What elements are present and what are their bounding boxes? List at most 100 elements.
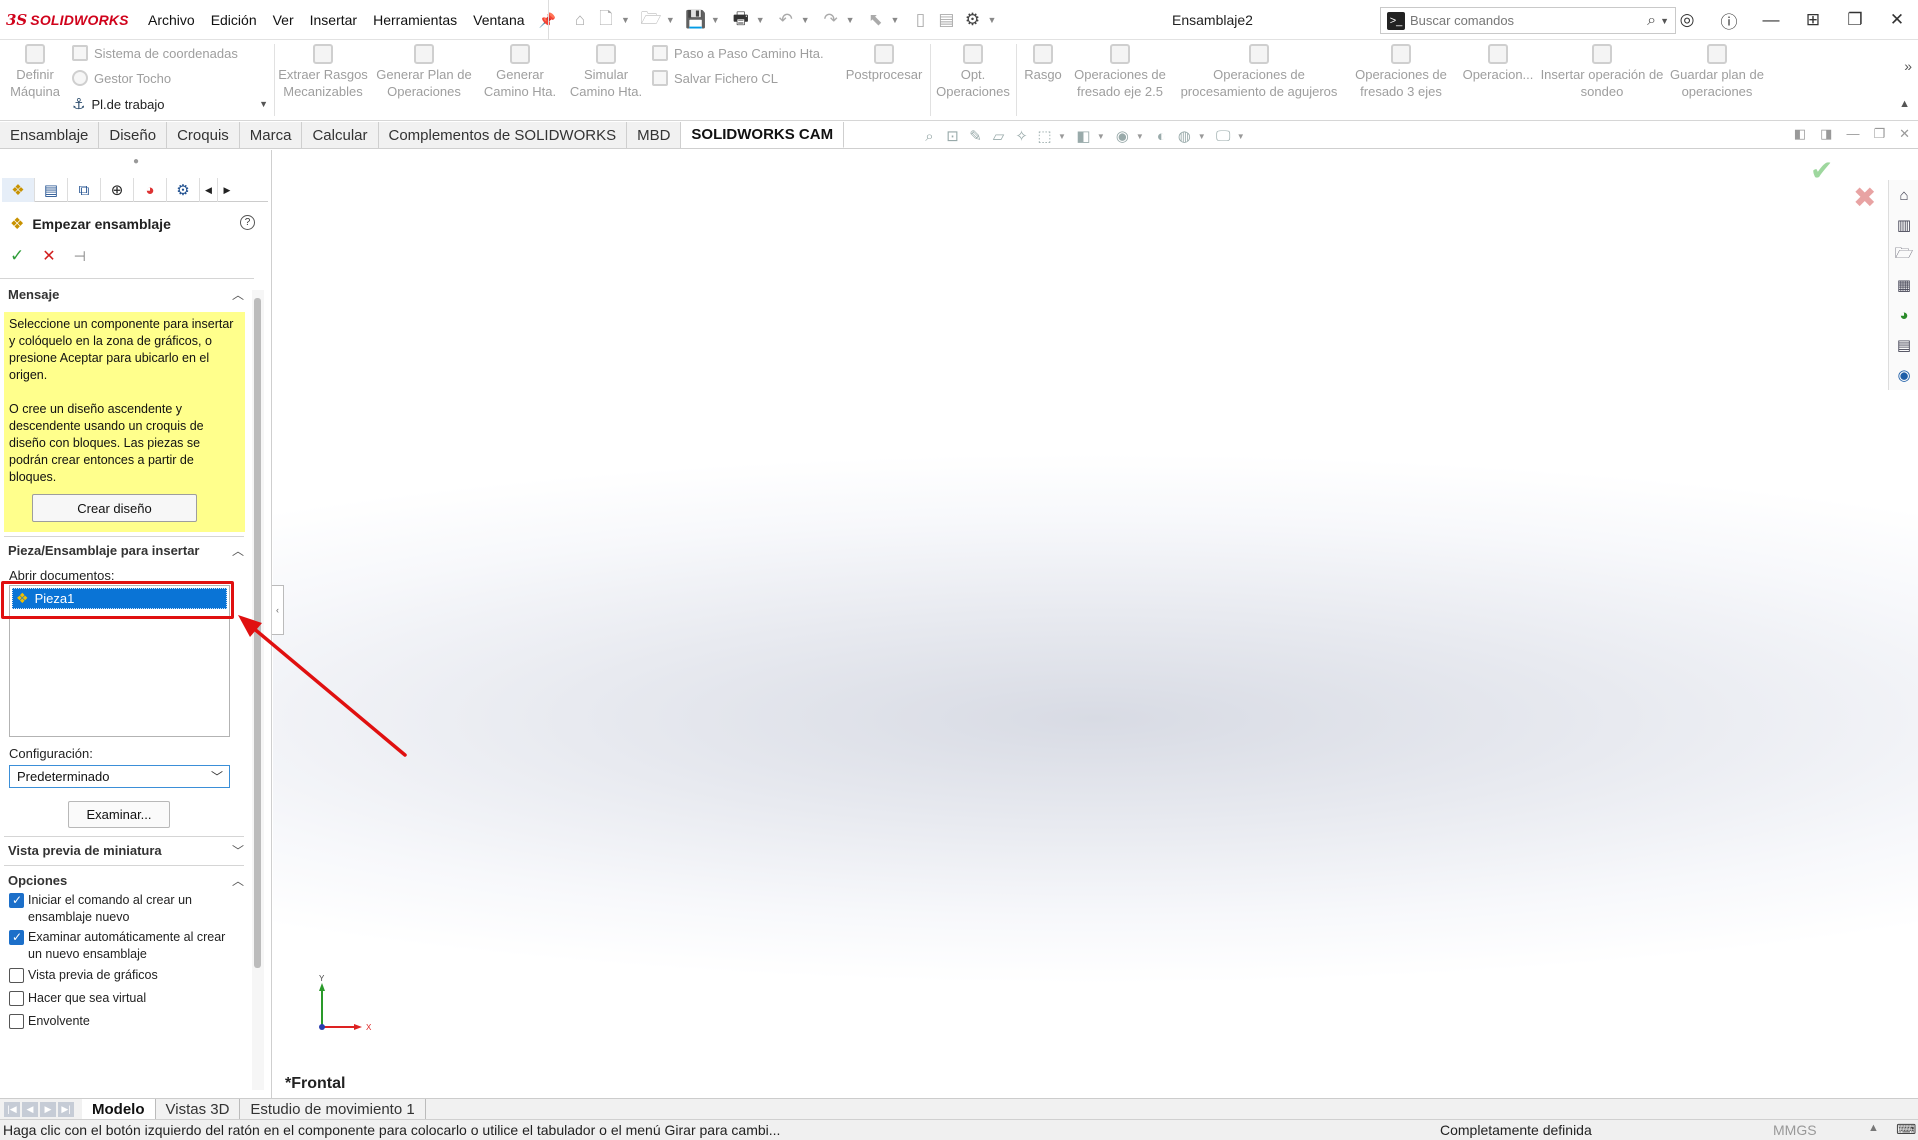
chevron-down-icon[interactable]: ▼ (1058, 132, 1066, 141)
chevron-up-icon[interactable]: ︿ (232, 872, 244, 889)
open-document-icon[interactable]: 🗁 (640, 9, 662, 31)
restore-button[interactable]: ❐ (1834, 10, 1876, 30)
tab-marca[interactable]: Marca (239, 122, 303, 148)
tab-mbd[interactable]: MBD (627, 122, 682, 148)
tile-windows-button[interactable]: ⊞ (1792, 10, 1834, 30)
previous-view-icon[interactable]: ✎ (966, 127, 985, 145)
graphics-area[interactable] (273, 150, 1918, 1098)
option-virtual[interactable]: Hacer que sea virtual (9, 990, 237, 1007)
quick-tips-icon[interactable]: ⌨ (1896, 1121, 1916, 1138)
display-manager-tab-icon[interactable]: ◕ (134, 178, 167, 202)
option-envolvente[interactable]: Envolvente (9, 1013, 237, 1030)
undo-icon[interactable]: ↶ (775, 9, 797, 31)
tab-vistas-3d[interactable]: Vistas 3D (156, 1098, 241, 1120)
print-icon[interactable]: 🖶 (730, 9, 752, 31)
checkbox[interactable] (9, 1014, 24, 1029)
mensaje-section-header[interactable]: Mensaje ︿ (8, 286, 244, 303)
insertar-sondeo-button[interactable]: Insertar operación de sondeo (1540, 40, 1664, 100)
tab-solidworks-cam[interactable]: SOLIDWORKS CAM (681, 122, 845, 148)
menu-ver[interactable]: Ver (265, 12, 302, 28)
ok-button[interactable]: ✓ (10, 246, 24, 266)
apply-scene-icon[interactable]: ◍ (1175, 127, 1194, 145)
configuration-manager-tab-icon[interactable]: ⧉ (68, 178, 101, 202)
last-tab-icon[interactable]: ▶| (58, 1101, 74, 1117)
file-explorer-icon[interactable]: 🗁 (1889, 240, 1918, 270)
tab-croquis[interactable]: Croquis (167, 122, 240, 148)
guardar-plan-button[interactable]: Guardar plan de operaciones (1664, 40, 1770, 100)
property-manager-tab-icon[interactable]: ▤ (35, 178, 68, 202)
chevron-right-icon[interactable]: » (1904, 58, 1912, 74)
gestor-tocho-button[interactable]: Gestor Tocho (72, 70, 171, 86)
tab-diseno[interactable]: Diseño (99, 122, 168, 148)
tab-complementos[interactable]: Complementos de SOLIDWORKS (378, 122, 628, 148)
design-library-icon[interactable]: ▥ (1889, 210, 1918, 240)
simular-camino-button[interactable]: Simular Camino Hta. (564, 40, 648, 100)
dimxpert-tab-icon[interactable]: ⊕ (101, 178, 134, 202)
crear-diseno-button[interactable]: Crear diseño (32, 494, 197, 522)
minimize-button[interactable]: — (1750, 10, 1792, 30)
pushpin-icon[interactable]: ⊣ (74, 248, 86, 265)
checkbox[interactable] (9, 991, 24, 1006)
checkbox[interactable] (9, 929, 24, 946)
option-examinar-auto[interactable]: Examinar automáticamente al crear un nue… (9, 929, 237, 963)
split-right-icon[interactable]: ◨ (1820, 126, 1832, 142)
rebuild-icon[interactable]: ▯ (909, 9, 931, 31)
tab-estudio-movimiento[interactable]: Estudio de movimiento 1 (240, 1098, 426, 1120)
search-icon[interactable]: ⌕ (1647, 12, 1656, 30)
chevron-down-icon[interactable]: ﹀ (211, 768, 223, 785)
chevron-down-icon[interactable]: ▼ (846, 15, 855, 25)
sistema-coordenadas-button[interactable]: Sistema de coordenadas (72, 45, 238, 61)
file-properties-icon[interactable]: ▤ (935, 9, 957, 31)
chevron-down-icon[interactable]: ▼ (801, 15, 810, 25)
chevron-up-icon[interactable]: ▲ (1868, 1122, 1879, 1134)
cancel-button[interactable]: ✕ (42, 246, 55, 266)
edit-appearance-icon[interactable]: ◐ (1152, 128, 1171, 145)
zoom-area-icon[interactable]: ⊡ (943, 127, 962, 145)
search-input[interactable] (1410, 13, 1648, 28)
first-tab-icon[interactable]: |◀ (4, 1101, 20, 1117)
fresado-25-button[interactable]: Operaciones de fresado eje 2.5 (1068, 40, 1172, 100)
dynamic-annotation-icon[interactable]: ✧ (1012, 127, 1031, 145)
insertar-section-header[interactable]: Pieza/Ensamblaje para insertar ︿ (8, 542, 244, 559)
chevron-down-icon[interactable]: ▼ (1198, 132, 1206, 141)
user-account-icon[interactable]: ◎ (1666, 10, 1708, 30)
procesamiento-agujeros-button[interactable]: Operaciones de procesamiento de agujeros (1174, 40, 1344, 100)
postprocesar-button[interactable]: Postprocesar (842, 40, 926, 83)
chevron-down-icon[interactable]: ▼ (711, 15, 720, 25)
tab-calcular[interactable]: Calcular (302, 122, 379, 148)
view-orientation-icon[interactable]: ⬚ (1035, 127, 1054, 145)
section-view-icon[interactable]: ▱ (989, 127, 1008, 145)
chevron-down-icon[interactable]: ▼ (1097, 132, 1105, 141)
generar-plan-button[interactable]: Generar Plan de Operaciones (374, 40, 474, 100)
cancel-corner-icon[interactable]: ✖ (1853, 181, 1876, 214)
checkbox[interactable] (9, 968, 24, 983)
zoom-to-fit-icon[interactable]: ⌕ (920, 128, 939, 145)
chevron-down-icon[interactable]: ▼ (259, 99, 268, 109)
gear-icon[interactable]: ⚙ (961, 9, 983, 31)
examinar-button[interactable]: Examinar... (68, 801, 170, 828)
operacion-button[interactable]: Operacion... (1458, 40, 1538, 83)
solidworks-forum-icon[interactable]: ◉ (1889, 360, 1918, 390)
tab-scroll-right-icon[interactable]: ▶ (218, 178, 236, 202)
confirm-corner-icon[interactable]: ✔ (1810, 154, 1833, 187)
tab-scroll-left-icon[interactable]: ◀ (200, 178, 218, 202)
chevron-down-icon[interactable]: ▼ (891, 15, 900, 25)
redo-icon[interactable]: ↷ (820, 9, 842, 31)
chevron-down-icon[interactable]: ▼ (666, 15, 675, 25)
appearances-icon[interactable]: ◕ (1889, 300, 1918, 330)
panel-splitter-handle[interactable]: ‹ (272, 585, 284, 635)
vista-previa-section-header[interactable]: Vista previa de miniatura ﹀ (8, 842, 244, 859)
split-left-icon[interactable]: ◧ (1794, 126, 1806, 142)
chevron-up-icon[interactable]: ︿ (232, 286, 244, 303)
option-iniciar-comando[interactable]: Iniciar el comando al crear un ensamblaj… (9, 892, 237, 926)
home-icon[interactable]: ⌂ (569, 9, 591, 31)
fresado-3-button[interactable]: Operaciones de fresado 3 ejes (1346, 40, 1456, 100)
panel-grip-icon[interactable]: ● (133, 156, 139, 167)
previous-tab-icon[interactable]: ◀ (22, 1101, 38, 1117)
checkbox[interactable] (9, 892, 24, 909)
hide-show-icon[interactable]: ◉ (1113, 127, 1132, 145)
select-icon[interactable]: ⬉ (865, 9, 887, 31)
chevron-down-icon[interactable]: ▼ (621, 15, 630, 25)
menu-archivo[interactable]: Archivo (140, 12, 203, 28)
chevron-down-icon[interactable]: ▼ (1237, 132, 1245, 141)
